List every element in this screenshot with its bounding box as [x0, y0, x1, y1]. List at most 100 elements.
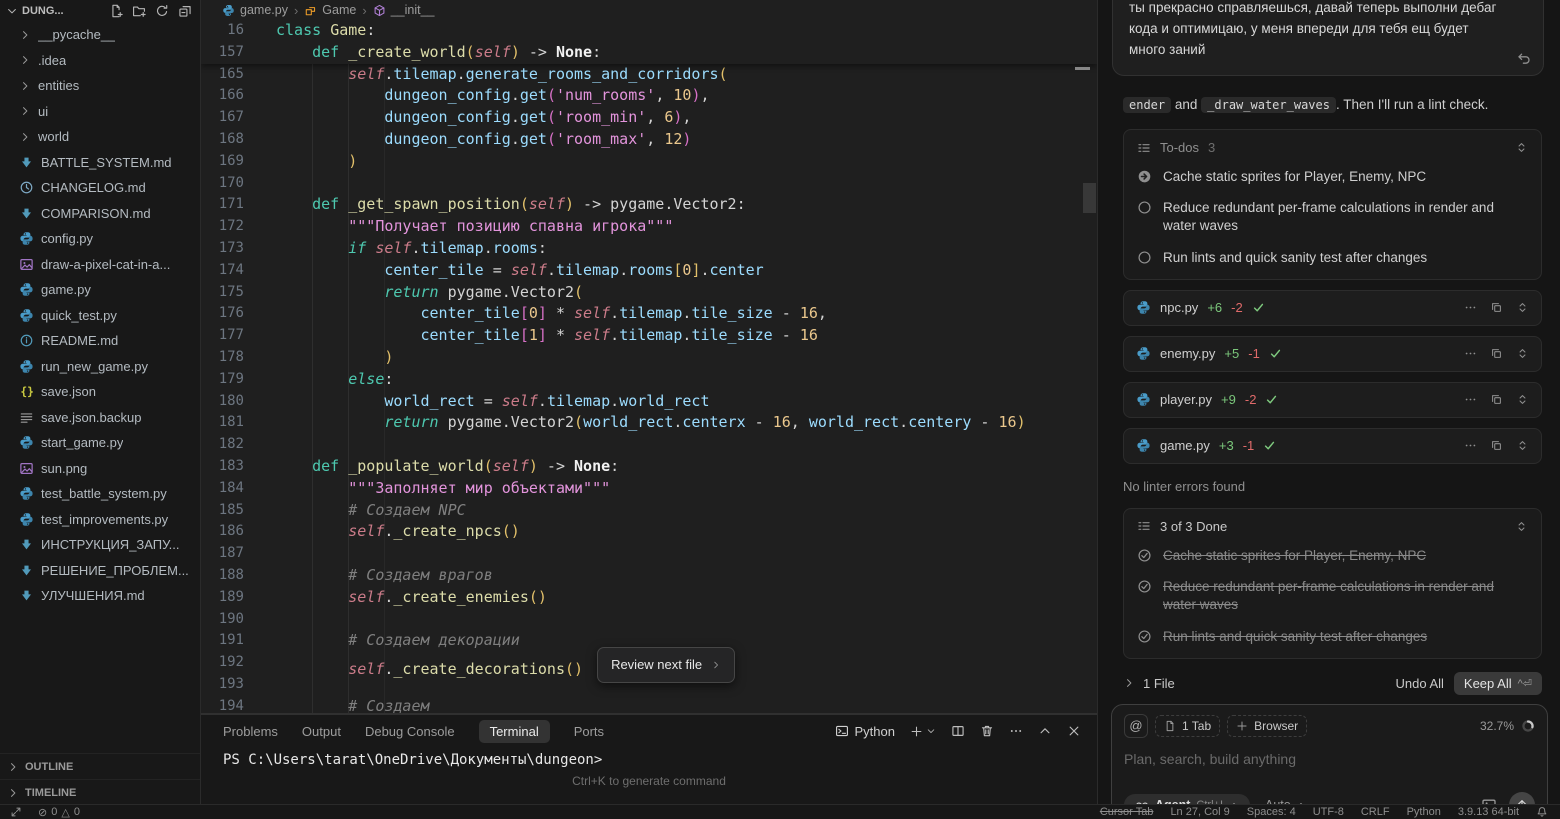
code-editor[interactable]: 16class Game:157 def _create_world(self)…: [201, 20, 1097, 715]
encoding-status[interactable]: UTF-8: [1313, 806, 1344, 818]
indentation-status[interactable]: Spaces: 4: [1247, 806, 1296, 818]
explorer-file-item[interactable]: ИНСТРУКЦИЯ_ЗАПУ...: [0, 532, 200, 558]
todo-item[interactable]: Cache static sprites for Player, Enemy, …: [1137, 547, 1528, 565]
code-line[interactable]: 180 world_rect = self.tilemap.world_rect: [201, 391, 1097, 413]
code-line[interactable]: 166 dungeon_config.get('num_rooms', 10),: [201, 85, 1097, 107]
code-line[interactable]: 172 """Получает позицию спавна игрока""": [201, 216, 1097, 238]
expand-collapse-icon[interactable]: [1516, 301, 1529, 314]
done-todos-header[interactable]: 3 of 3 Done: [1137, 519, 1528, 534]
todo-item[interactable]: Reduce redundant per-frame calculations …: [1137, 199, 1528, 235]
refresh-explorer-icon[interactable]: [155, 4, 169, 18]
copy-icon[interactable]: [1490, 347, 1503, 360]
breadcrumb-item[interactable]: game.py: [240, 3, 288, 17]
code-line[interactable]: 182: [201, 434, 1097, 456]
tab-context-chip[interactable]: 1 Tab: [1155, 715, 1220, 737]
explorer-file-item[interactable]: run_new_game.py: [0, 354, 200, 380]
cursor-position-status[interactable]: Ln 27, Col 9: [1170, 806, 1229, 818]
more-actions-icon[interactable]: [1009, 724, 1023, 738]
code-line[interactable]: 16class Game:: [201, 20, 1097, 42]
explorer-file-item[interactable]: sun.png: [0, 456, 200, 482]
new-terminal-button[interactable]: [910, 725, 936, 738]
explorer-file-item[interactable]: test_battle_system.py: [0, 481, 200, 507]
explorer-file-item[interactable]: start_game.py: [0, 430, 200, 456]
explorer-folder-item[interactable]: world: [0, 124, 200, 150]
explorer-file-item[interactable]: draw-a-pixel-cat-in-a...: [0, 252, 200, 278]
code-line[interactable]: 170: [201, 173, 1097, 195]
chevron-right-icon[interactable]: [1123, 677, 1135, 689]
expand-collapse-icon[interactable]: [1516, 439, 1529, 452]
terminal-prompt[interactable]: PS C:\Users\tarat\OneDrive\Документы\dun…: [201, 752, 1097, 768]
explorer-file-item[interactable]: test_improvements.py: [0, 507, 200, 533]
explorer-folder-item[interactable]: .idea: [0, 48, 200, 74]
code-line[interactable]: 165 self.tilemap.generate_rooms_and_corr…: [201, 64, 1097, 86]
close-panel-icon[interactable]: [1067, 724, 1081, 738]
todo-item[interactable]: Run lints and quick sanity test after ch…: [1137, 249, 1528, 267]
code-line[interactable]: 157 def _create_world(self) -> None:: [201, 42, 1097, 64]
more-actions-icon[interactable]: [1464, 347, 1477, 360]
eol-status[interactable]: CRLF: [1361, 806, 1390, 818]
code-line[interactable]: 186 self._create_npcs(): [201, 521, 1097, 543]
language-status[interactable]: Python: [1407, 806, 1441, 818]
breadcrumb[interactable]: game.py›Game›__init__: [201, 0, 1097, 20]
code-line[interactable]: 175 return pygame.Vector2(: [201, 282, 1097, 304]
panel-tab-terminal[interactable]: Terminal: [479, 720, 550, 743]
timeline-section-header[interactable]: TIMELINE: [0, 779, 200, 805]
explorer-folder-item[interactable]: ui: [0, 99, 200, 125]
explorer-file-item[interactable]: {}save.json: [0, 379, 200, 405]
maximize-panel-icon[interactable]: [1038, 724, 1052, 738]
chat-input-placeholder[interactable]: Plan, search, build anything: [1124, 751, 1535, 767]
kill-terminal-icon[interactable]: [980, 724, 994, 738]
breadcrumb-item[interactable]: __init__: [391, 3, 435, 17]
explorer-header[interactable]: DUNG...: [0, 0, 200, 22]
todos-header[interactable]: To-dos 3: [1137, 140, 1528, 155]
keep-all-button[interactable]: Keep All ^⏎: [1454, 672, 1542, 695]
split-terminal-icon[interactable]: [951, 724, 965, 738]
new-folder-icon[interactable]: [132, 4, 146, 18]
code-line[interactable]: 184 """Заполняет мир объектами""": [201, 478, 1097, 500]
browser-context-chip[interactable]: Browser: [1227, 715, 1307, 737]
code-line[interactable]: 178 ): [201, 347, 1097, 369]
interpreter-status[interactable]: 3.9.13 64-bit: [1458, 806, 1519, 818]
more-actions-icon[interactable]: [1464, 301, 1477, 314]
add-context-button[interactable]: @: [1124, 714, 1148, 738]
panel-tab-debug-console[interactable]: Debug Console: [365, 724, 455, 739]
files-count-label[interactable]: 1 File: [1143, 676, 1175, 691]
todo-item[interactable]: Run lints and quick sanity test after ch…: [1137, 628, 1528, 646]
panel-tab-output[interactable]: Output: [302, 724, 341, 739]
expand-collapse-icon[interactable]: [1516, 347, 1529, 360]
more-actions-icon[interactable]: [1464, 393, 1477, 406]
explorer-folder-item[interactable]: entities: [0, 73, 200, 99]
code-line[interactable]: 173 if self.tilemap.rooms:: [201, 238, 1097, 260]
code-line[interactable]: 176 center_tile[0] * self.tilemap.tile_s…: [201, 303, 1097, 325]
changed-file-chip[interactable]: player.py+9-2: [1123, 382, 1542, 418]
code-line[interactable]: 188 # Создаем врагов: [201, 565, 1097, 587]
explorer-file-item[interactable]: game.py: [0, 277, 200, 303]
outline-section-header[interactable]: OUTLINE: [0, 753, 200, 779]
expand-collapse-icon[interactable]: [1515, 141, 1528, 154]
terminal-shell-item[interactable]: Python: [835, 724, 895, 739]
todo-item[interactable]: Cache static sprites for Player, Enemy, …: [1137, 168, 1528, 186]
undo-all-button[interactable]: Undo All: [1395, 676, 1443, 691]
code-line[interactable]: 167 dungeon_config.get('room_min', 6),: [201, 107, 1097, 129]
explorer-file-item[interactable]: УЛУЧШЕНИЯ.md: [0, 583, 200, 609]
copy-icon[interactable]: [1490, 439, 1503, 452]
code-line[interactable]: 190: [201, 609, 1097, 631]
code-line[interactable]: 171 def _get_spawn_position(self) -> pyg…: [201, 194, 1097, 216]
code-line[interactable]: 169 ): [201, 151, 1097, 173]
more-actions-icon[interactable]: [1464, 439, 1477, 452]
code-line[interactable]: 183 def _populate_world(self) -> None:: [201, 456, 1097, 478]
code-line[interactable]: 179 else:: [201, 369, 1097, 391]
chat-input-box[interactable]: @ 1 Tab Browser 32.7% Plan, search, buil…: [1111, 704, 1548, 805]
new-file-icon[interactable]: [109, 4, 123, 18]
changed-file-chip[interactable]: enemy.py+5-1: [1123, 336, 1542, 372]
code-line[interactable]: 187: [201, 543, 1097, 565]
send-button[interactable]: [1509, 792, 1535, 805]
explorer-folder-item[interactable]: __pycache__: [0, 22, 200, 48]
problems-status[interactable]: ⊘ 0 △ 0: [38, 806, 80, 819]
explorer-file-item[interactable]: quick_test.py: [0, 303, 200, 329]
panel-tab-problems[interactable]: Problems: [223, 724, 278, 739]
copy-icon[interactable]: [1490, 301, 1503, 314]
explorer-file-item[interactable]: save.json.backup: [0, 405, 200, 431]
notifications-bell-icon[interactable]: [1536, 806, 1548, 818]
cursor-tab-status[interactable]: Cursor Tab: [1100, 806, 1154, 818]
